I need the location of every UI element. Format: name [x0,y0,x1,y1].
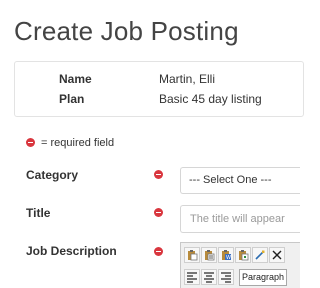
name-value: Martin, Elli [159,72,216,86]
summary-panel: Name Martin, Elli Plan Basic 45 day list… [14,61,304,117]
summary-row-plan: Plan Basic 45 day listing [15,90,303,108]
job-description-label: Job Description [26,244,117,258]
svg-text:W: W [226,255,231,261]
title-label: Title [26,206,51,220]
job-description-editor: W Paragraph [180,242,300,288]
page-title: Create Job Posting [14,16,239,46]
paste-text-icon[interactable] [201,247,217,263]
plan-label: Plan [59,92,85,106]
required-icon [154,247,163,256]
category-label: Category [26,168,79,182]
align-right-icon[interactable] [218,269,234,285]
editor-toolbar-row-2: Paragraph [184,269,287,287]
title-input[interactable] [180,205,300,233]
required-legend-text: = required field [41,137,115,149]
paste-icon[interactable] [184,247,200,263]
remove-format-icon[interactable] [269,247,285,263]
editor-toolbar-row-1: W [184,247,285,265]
summary-row-name: Name Martin, Elli [15,70,303,88]
required-icon [154,170,163,179]
paragraph-format-select[interactable]: Paragraph [239,269,287,286]
name-label: Name [59,72,92,86]
paste-word-icon[interactable]: W [218,247,234,263]
spellcheck-icon[interactable] [252,247,268,263]
required-legend: = required field [26,136,114,150]
required-icon [26,137,35,147]
align-center-icon[interactable] [201,269,217,285]
create-job-posting-page: Create Job Posting Name Martin, Elli Pla… [0,0,304,288]
required-icon [154,208,163,217]
align-left-icon[interactable] [184,269,200,285]
plan-value: Basic 45 day listing [159,92,262,106]
category-select[interactable]: --- Select One --- [180,167,300,194]
paste-special-icon[interactable] [235,247,251,263]
